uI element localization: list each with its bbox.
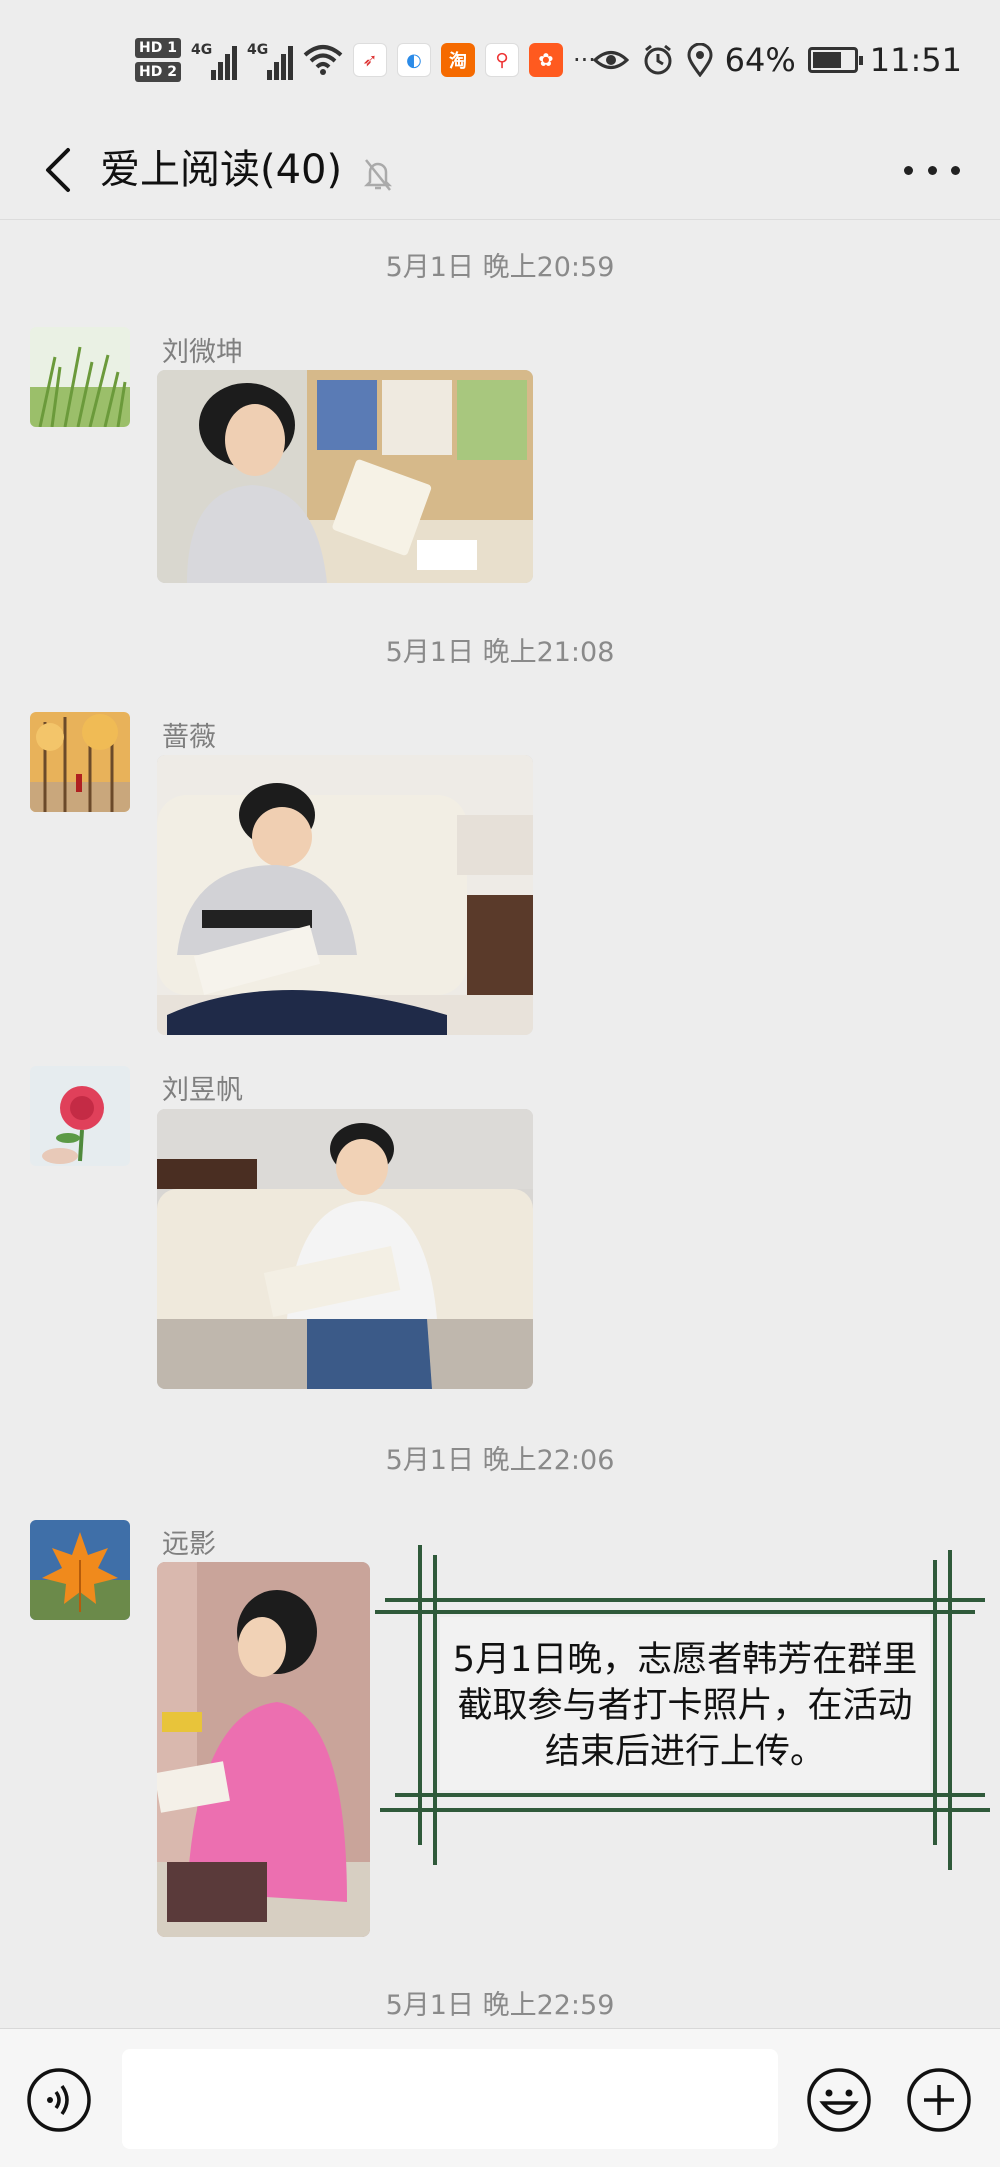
photo-message[interactable]: [157, 1562, 370, 1937]
timestamp: 5月1日 晚上20:59: [385, 252, 615, 283]
chevron-left-icon: [46, 148, 70, 192]
rose-avatar-image: [30, 1066, 130, 1166]
clock: 11:51: [869, 41, 962, 79]
timestamp: 5月1日 晚上22:59: [385, 1990, 615, 2021]
photo-message[interactable]: [157, 370, 533, 583]
emoji-icon[interactable]: [806, 2067, 872, 2133]
more-button[interactable]: [904, 152, 960, 188]
autumn-trees-avatar-image: [30, 712, 130, 812]
photo-message[interactable]: [157, 755, 533, 1035]
avatar[interactable]: [30, 712, 130, 812]
hd2-badge: HD 2: [135, 62, 181, 82]
voice-icon[interactable]: [26, 2067, 92, 2133]
girl-reading-at-desk-image: [157, 370, 533, 583]
app-notification-icon: ➶: [352, 43, 387, 77]
kuaishou-icon: ✿: [528, 43, 563, 77]
message-input[interactable]: [122, 2049, 778, 2149]
girl-reading-on-sofa-image: [157, 1109, 533, 1389]
sender-name: 刘昱帆: [162, 1075, 243, 1106]
caption-text: 5月1日晚，志愿者韩芳在群里截取参与者打卡照片，在活动结束后进行上传。: [452, 1640, 918, 1772]
plus-icon[interactable]: [906, 2067, 972, 2133]
location-icon: [687, 43, 713, 77]
timestamp: 5月1日 晚上21:08: [385, 637, 615, 668]
eye-icon: [592, 51, 629, 69]
caption-frame: 5月1日晚，志愿者韩芳在群里截取参与者打卡照片，在活动结束后进行上传。: [375, 1545, 995, 1875]
chat-title: 爱上阅读(40): [100, 147, 343, 193]
hd-badges: HD 1 HD 2: [135, 38, 181, 82]
battery-percent: 64%: [724, 41, 796, 79]
battery-icon: [807, 47, 863, 73]
status-right: 64% 11:51: [592, 30, 962, 90]
signal-icon-2: 4G: [247, 40, 293, 80]
maple-leaf-avatar-image: [30, 1520, 130, 1620]
girl-in-pink-reading-image: [157, 1562, 370, 1937]
sender-name: 远影: [162, 1529, 216, 1560]
taobao-icon: 淘: [440, 43, 475, 77]
back-button[interactable]: [30, 142, 86, 198]
alarm-icon: [644, 44, 672, 75]
chat-header: 爱上阅读(40): [0, 120, 1000, 220]
avatar[interactable]: [30, 327, 130, 427]
signal-icon: 4G: [191, 40, 237, 80]
status-left: HD 1 HD 2 4G 4G ➶ ◐ 淘 ⚲ ✿ ···: [135, 30, 596, 90]
avatar[interactable]: [30, 1520, 130, 1620]
wifi-icon: [303, 45, 343, 75]
sender-name: 蔷薇: [162, 722, 216, 753]
browser-notification-icon: ◐: [396, 43, 431, 77]
status-bar: HD 1 HD 2 4G 4G ➶ ◐ 淘 ⚲ ✿ ··· 64% 11:51: [0, 0, 1000, 120]
map-notification-icon: ⚲: [484, 43, 519, 77]
more-dots-icon: [904, 165, 913, 175]
grass-avatar-image: [30, 327, 130, 427]
avatar[interactable]: [30, 1066, 130, 1166]
timestamp: 5月1日 晚上22:06: [385, 1445, 615, 1476]
boy-reading-on-sofa-image: [157, 755, 533, 1035]
bell-off-icon: [363, 159, 393, 191]
sender-name: 刘微坤: [162, 337, 243, 368]
hd1-badge: HD 1: [135, 38, 181, 58]
input-bar: [0, 2028, 1000, 2167]
photo-message[interactable]: [157, 1109, 533, 1389]
